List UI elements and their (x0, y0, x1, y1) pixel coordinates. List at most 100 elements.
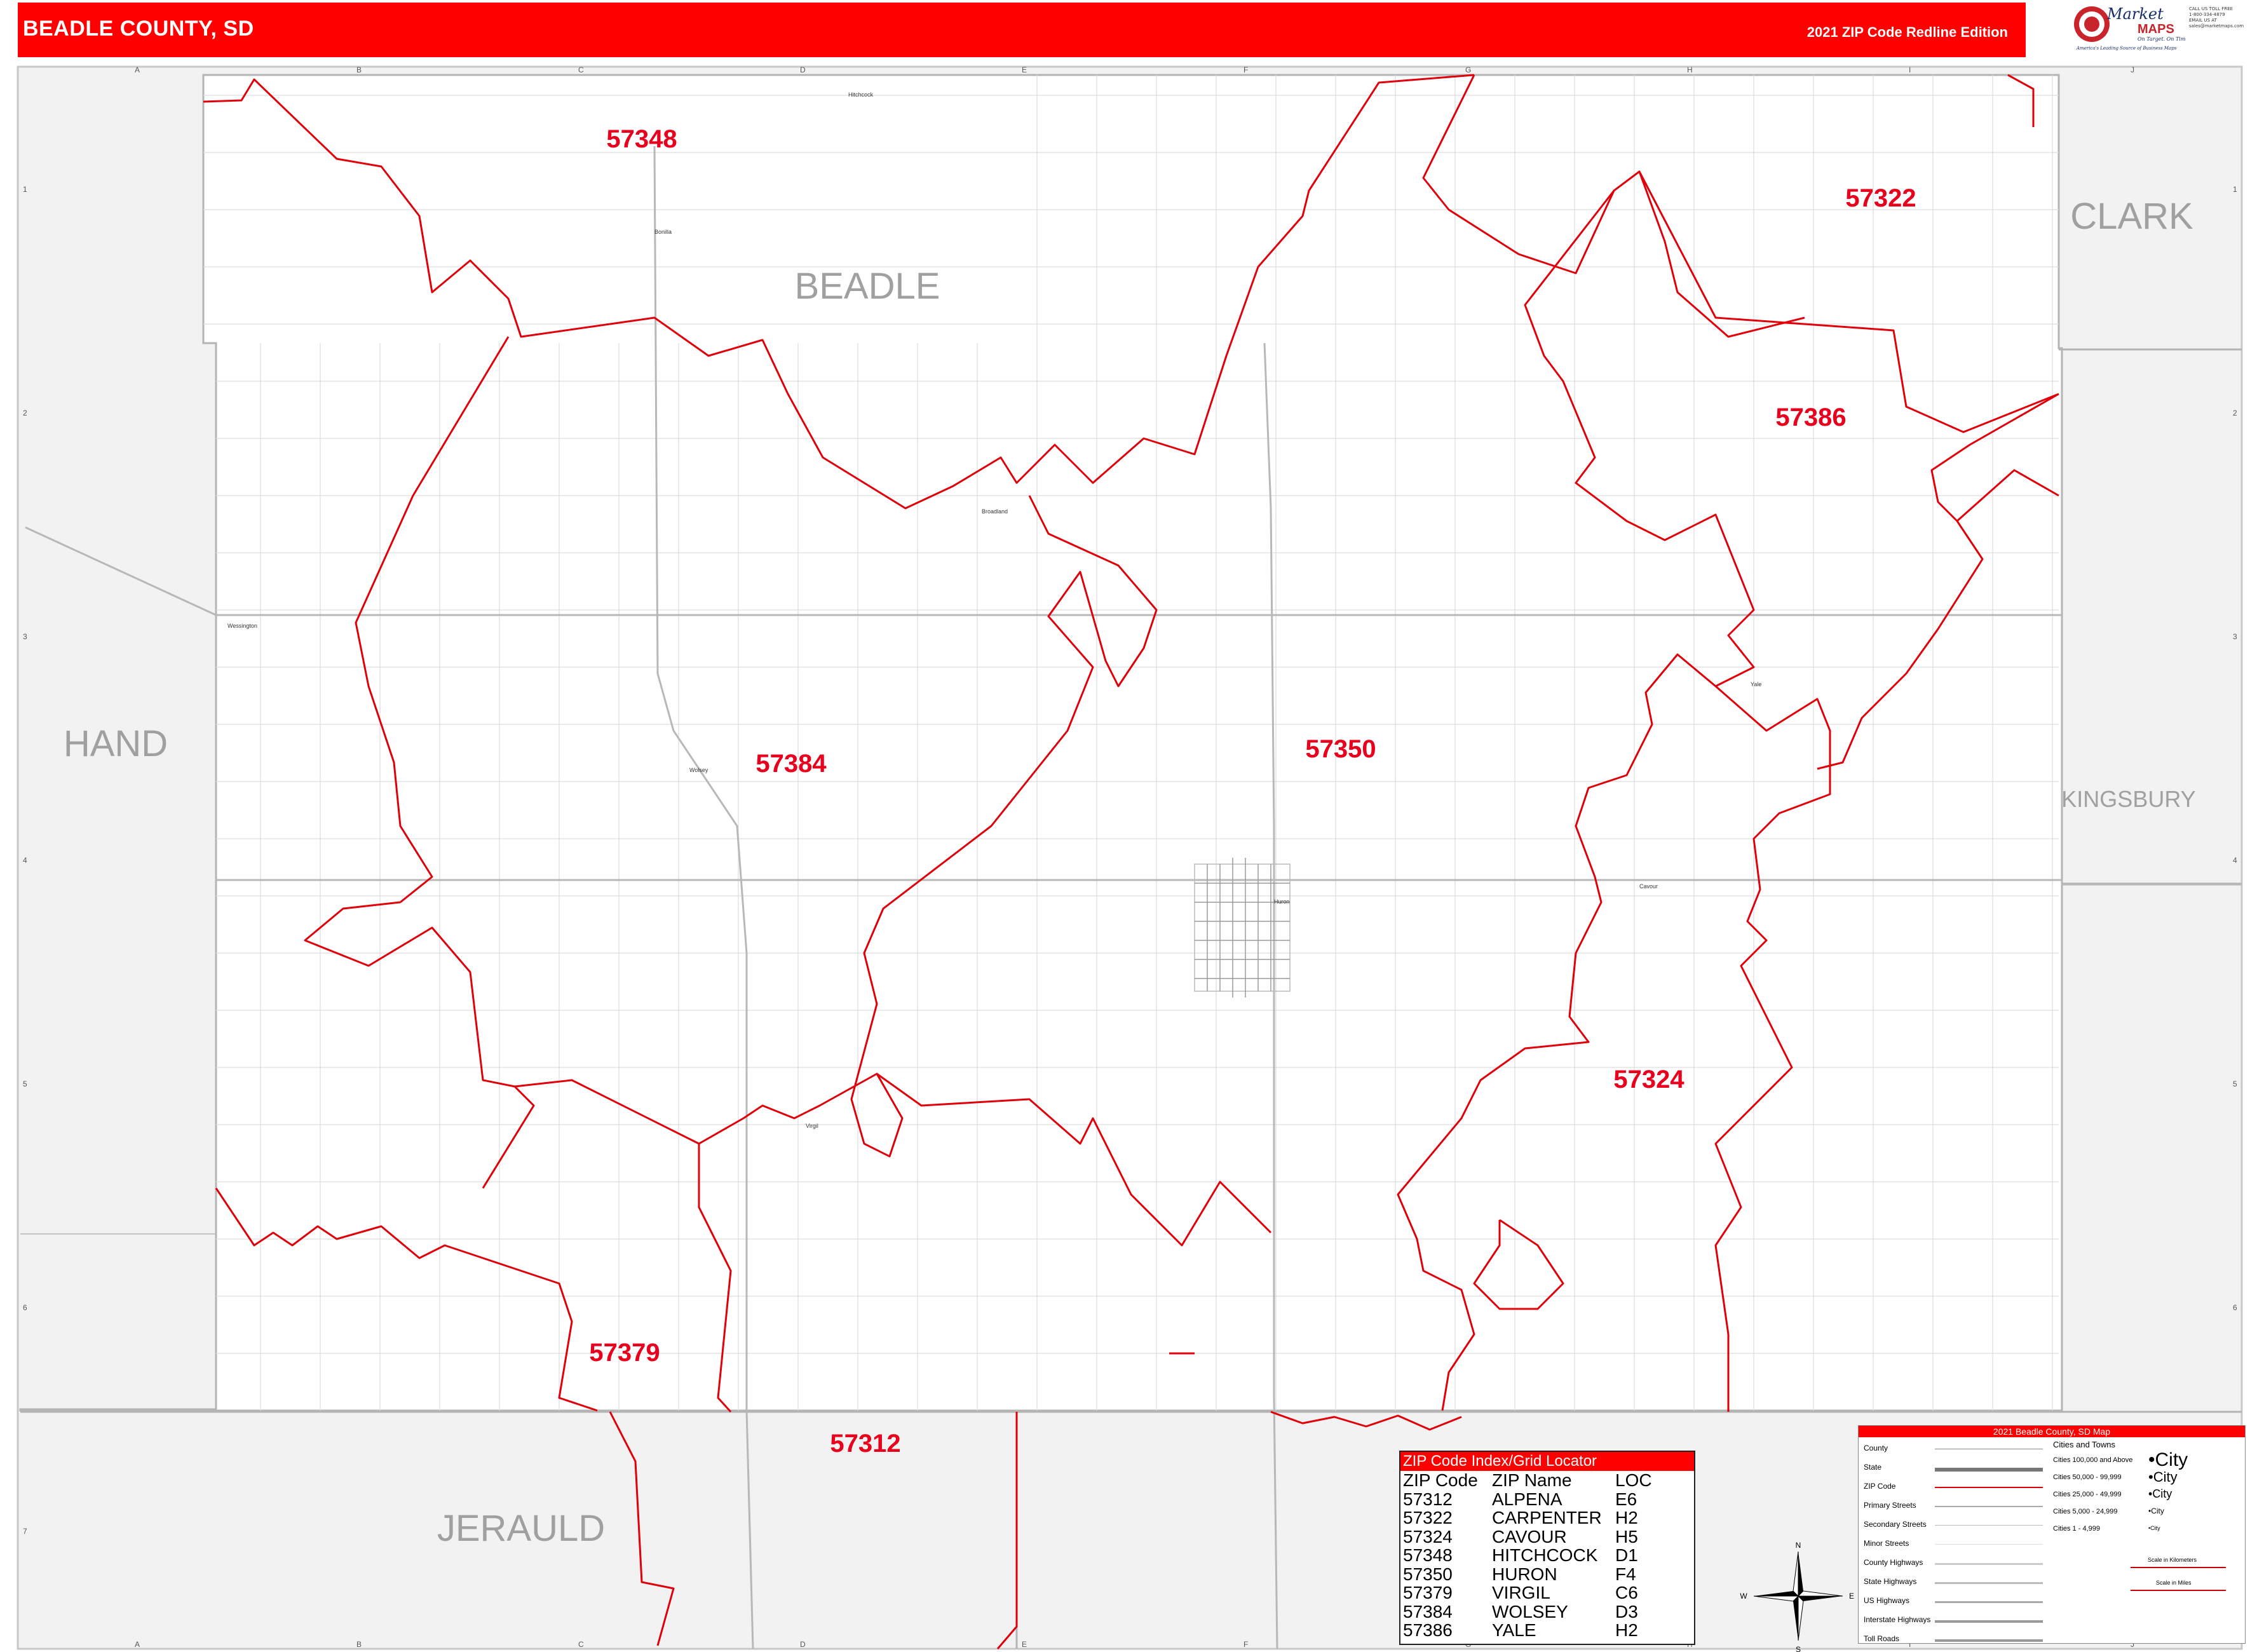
city-class: Cities 50,000 - 99,999 (2053, 1473, 2122, 1481)
zip-label-57348: 57348 (606, 125, 677, 153)
grid-column-label: F (1244, 65, 1248, 74)
legend-line-sample (1935, 1601, 2043, 1603)
grid-column-label: C (578, 1640, 584, 1649)
legend-line-sample (1935, 1506, 2043, 1507)
grid-row-label: 2 (2233, 409, 2237, 417)
city-class-sample: •City (2148, 1469, 2178, 1485)
grid-column-label: J (2131, 65, 2134, 74)
legend-line-sample (1935, 1639, 2043, 1642)
town-yale: Yale (1751, 681, 1761, 687)
grid-row-label: 6 (23, 1303, 27, 1312)
town-wolsey: Wolsey (689, 767, 708, 773)
legend-line-sample (1935, 1582, 2043, 1584)
legend-item: County Highways (1864, 1558, 1923, 1567)
legend-item: County (1864, 1444, 1888, 1452)
legend-item: US Highways (1864, 1596, 1910, 1605)
city-class: Cities 25,000 - 49,999 (2053, 1491, 2122, 1498)
zip-label-57322: 57322 (1845, 184, 1916, 212)
town-wessington: Wessington (227, 623, 257, 629)
zip-index-row: 57384 WOLSEY D3 (1403, 1601, 1638, 1622)
legend-item: ZIP Code (1864, 1482, 1896, 1491)
map-legend: 2021 Beadle County, SD Map County State ZI… (1858, 1425, 2246, 1644)
grid-column-label: E (1022, 65, 1027, 74)
legend-item: State Highways (1864, 1577, 1917, 1586)
scale-mi-label: Scale in Miles (2156, 1580, 2192, 1586)
grid-row-label: 5 (23, 1080, 27, 1088)
zip-label-57324: 57324 (1613, 1066, 1684, 1093)
legend-line-sample (1935, 1487, 2043, 1488)
compass-s: S (1796, 1645, 1801, 1652)
map-legend-title: 2021 Beadle County, SD Map (1859, 1426, 2245, 1437)
zip-index-row: 57350 HURON F4 (1403, 1564, 1636, 1584)
zip-index-row: 57322 CARPENTER H2 (1403, 1508, 1638, 1527)
grid-row-label: 1 (23, 185, 27, 194)
cities-title: Cities and Towns (2053, 1440, 2116, 1449)
grid-column-label: E (1022, 1640, 1027, 1649)
zip-index-row: 57312 ALPENA E6 (1403, 1489, 1637, 1509)
legend-item: Secondary Streets (1864, 1520, 1927, 1529)
legend-item: Toll Roads (1864, 1634, 1900, 1643)
zip-index-row: 57386 YALE H2 (1403, 1620, 1638, 1640)
legend-line-sample (1935, 1544, 2043, 1545)
scale-km-bar (2131, 1567, 2226, 1568)
county-jerauld: JERAULD (437, 1508, 605, 1549)
zip-index-table: ZIP Code Index/Grid Locator ZIP Code ZIP … (1399, 1451, 1695, 1645)
legend-item: Minor Streets (1864, 1539, 1909, 1548)
town-bonilla: Bonilla (654, 229, 672, 235)
legend-line-sample (1935, 1563, 2043, 1565)
city-class-sample: •City (2148, 1449, 2188, 1470)
town-hitchcock: Hitchcock (848, 91, 874, 98)
grid-column-label: F (1244, 1640, 1248, 1649)
compass-e: E (1849, 1592, 1854, 1601)
grid-row-label: 3 (2233, 632, 2237, 641)
compass-w: W (1740, 1592, 1747, 1601)
grid-row-label: 1 (2233, 185, 2237, 194)
zip-index-row: 57348 HITCHCOCK D1 (1403, 1545, 1638, 1565)
zip-label-57312: 57312 (830, 1430, 900, 1458)
zip-index-title: ZIP Code Index/Grid Locator (1400, 1452, 1694, 1471)
city-class-sample: •City (2148, 1487, 2172, 1500)
city-class-sample: •City (2148, 1506, 2164, 1515)
zip-index-row: 57324 CAVOUR H5 (1403, 1526, 1638, 1547)
zip-code-map: AABBCCDDEEFFGGHHIIJJ11223344556677 BEADL… (17, 65, 2243, 1652)
town-huron: Huron (1274, 898, 1290, 905)
grid-row-label: 7 (23, 1527, 27, 1536)
scale-mi-bar (2131, 1590, 2226, 1591)
city-class-sample: •City (2148, 1524, 2160, 1531)
scale-km-label: Scale in Kilometers (2148, 1557, 2197, 1563)
grid-column-label: C (578, 65, 584, 74)
beadle-county-area (19, 74, 2063, 1412)
county-kingsbury: KINGSBURY (2061, 786, 2195, 812)
grid-column-label: H (1687, 65, 1693, 74)
grid-column-label: B (356, 65, 362, 74)
grid-column-label: B (356, 1640, 362, 1649)
legend-line-sample (1935, 1620, 2043, 1623)
legend-item: Primary Streets (1864, 1501, 1916, 1510)
town-cavour: Cavour (1639, 883, 1658, 890)
legend-item: Interstate Highways (1864, 1615, 1931, 1624)
zip-index-header: ZIP Code ZIP Name LOC (1403, 1470, 1652, 1490)
grid-row-label: 4 (23, 856, 27, 865)
grid-row-label: 3 (23, 632, 27, 641)
county-beadle: BEADLE (795, 266, 940, 307)
legend-line-sample (1935, 1525, 2043, 1526)
grid-column-label: G (1465, 65, 1471, 74)
grid-row-label: 6 (2233, 1303, 2237, 1312)
grid-row-label: 4 (2233, 856, 2237, 865)
grid-column-label: A (135, 1640, 140, 1649)
city-class: Cities 100,000 and Above (2053, 1456, 2133, 1464)
city-class: Cities 1 - 4,999 (2053, 1525, 2100, 1533)
city-class: Cities 5,000 - 24,999 (2053, 1508, 2118, 1515)
legend-line-sample (1935, 1468, 2043, 1472)
zip-label-57386: 57386 (1775, 403, 1846, 431)
compass-n: N (1796, 1541, 1801, 1550)
county-clark: CLARK (2070, 196, 2193, 237)
grid-column-label: I (1909, 65, 1911, 74)
grid-row-label: 2 (23, 409, 27, 417)
town-broadland: Broadland (982, 508, 1008, 515)
grid-row-label: 5 (2233, 1080, 2237, 1088)
grid-column-label: A (135, 65, 140, 74)
zip-label-57384: 57384 (756, 750, 827, 778)
zip-label-57379: 57379 (589, 1339, 660, 1367)
zip-label-57350: 57350 (1305, 735, 1376, 763)
